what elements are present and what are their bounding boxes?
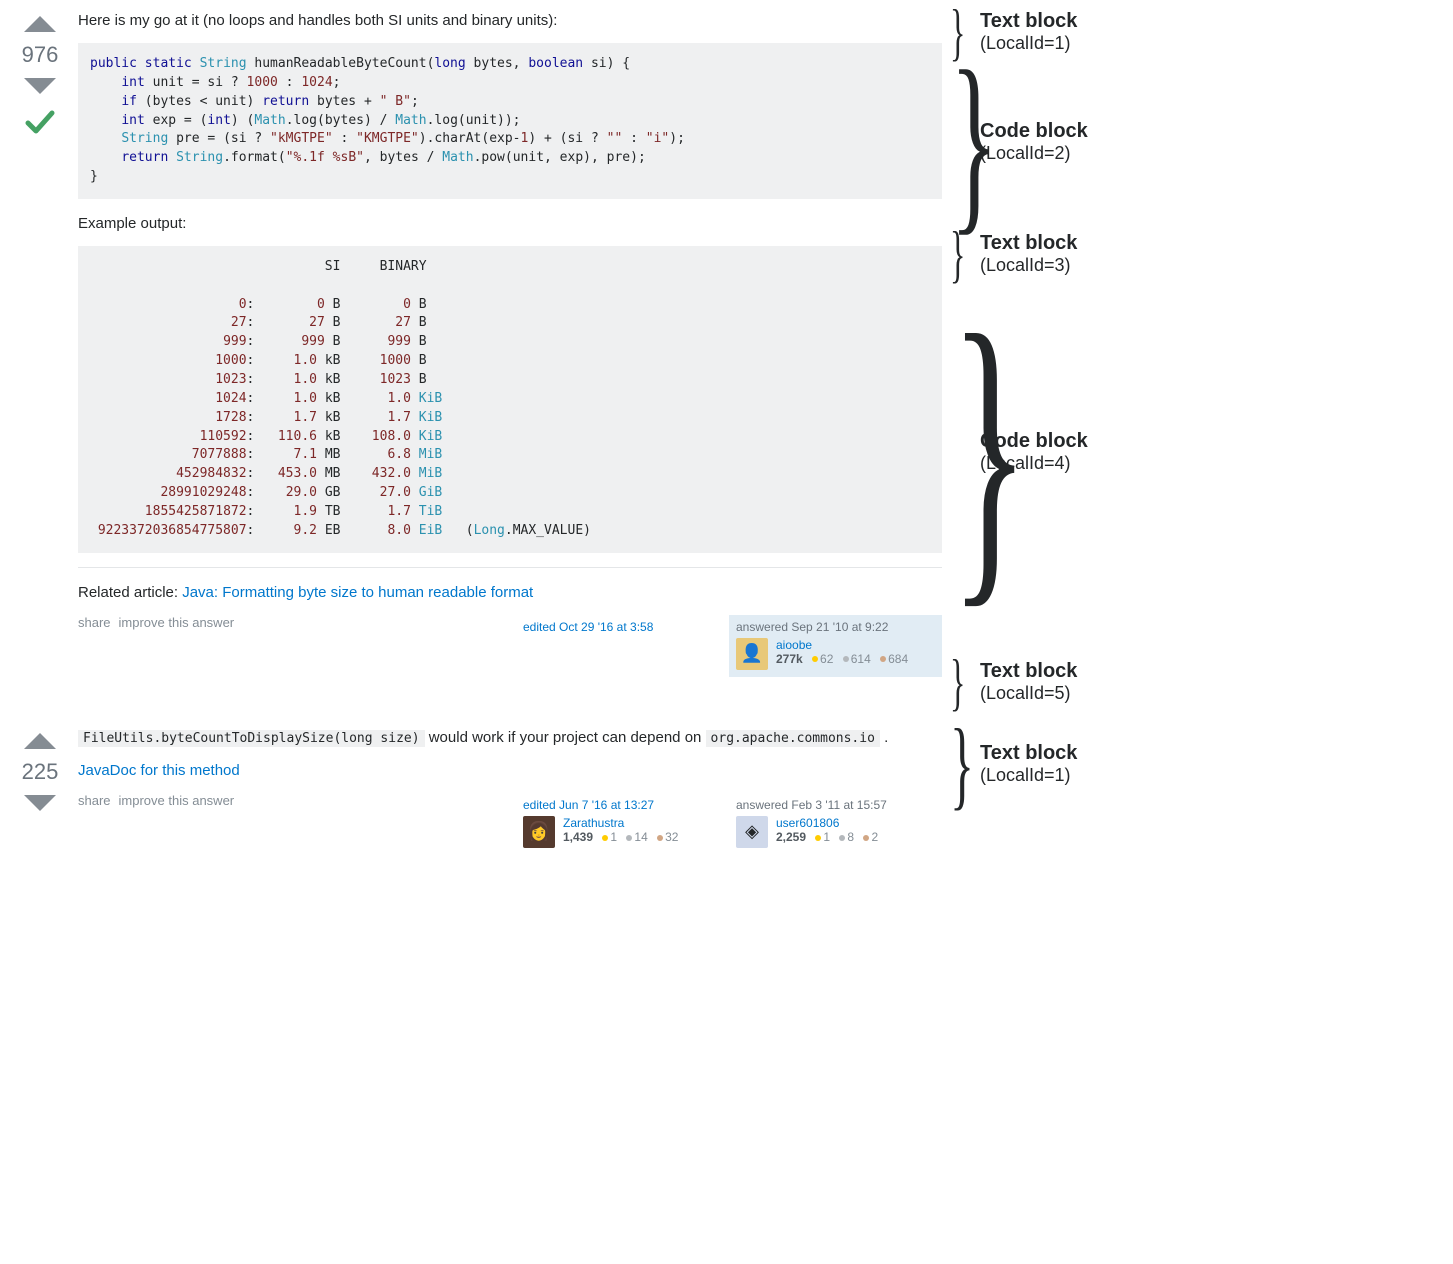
bronze-badge-icon <box>880 656 886 662</box>
annotation-2: } Code block(LocalId=2) <box>950 120 1088 164</box>
editor-rep: 1,439 <box>563 830 593 844</box>
avatar[interactable]: 👩 <box>523 816 555 848</box>
answered-time: answered Sep 21 '10 at 9:22 <box>736 620 936 634</box>
avatar[interactable]: ◈ <box>736 816 768 848</box>
answer-text: FileUtils.byteCountToDisplaySize(long si… <box>78 727 942 748</box>
author-rep: 277k <box>776 652 803 666</box>
inline-code: FileUtils.byteCountToDisplaySize(long si… <box>78 730 425 747</box>
bronze-badge-icon <box>657 835 663 841</box>
gold-count: 62 <box>820 652 833 666</box>
bronze-badge-icon <box>863 835 869 841</box>
editor-name[interactable]: Zarathustra <box>563 816 678 830</box>
related-article: Related article: Java: Formatting byte s… <box>78 582 942 603</box>
answered-time: answered Feb 3 '11 at 15:57 <box>736 798 936 812</box>
code-block-2: SI BINARY 0: 0 B 0 B 27: 27 B 27 B 999: … <box>78 246 942 553</box>
vote-cell: 225 <box>10 727 70 875</box>
avatar[interactable]: 👤 <box>736 638 768 670</box>
share-link[interactable]: share <box>78 615 111 630</box>
edited-time[interactable]: edited Oct 29 '16 at 3:58 <box>523 620 723 634</box>
annotation-6: } Text block(LocalId=1) <box>950 742 1077 786</box>
post-menu: share improve this answer <box>78 793 516 808</box>
editor-card: edited Oct 29 '16 at 3:58 <box>516 615 729 677</box>
downvote-button[interactable] <box>24 795 56 811</box>
annotation-5: } Text block(LocalId=5) <box>950 660 1077 704</box>
gold-badge-icon <box>602 835 608 841</box>
author-card: answered Feb 3 '11 at 15:57 ◈ user601806… <box>729 793 942 855</box>
intro-text: Here is my go at it (no loops and handle… <box>78 10 942 31</box>
improve-link[interactable]: improve this answer <box>119 793 235 808</box>
answer-body: Here is my go at it (no loops and handle… <box>70 10 950 697</box>
silver-badge-icon <box>843 656 849 662</box>
separator <box>78 567 942 568</box>
silver-badge-icon <box>626 835 632 841</box>
editor-card: edited Jun 7 '16 at 13:27 👩 Zarathustra … <box>516 793 729 855</box>
silver-count: 614 <box>851 652 871 666</box>
upvote-button[interactable] <box>24 733 56 749</box>
improve-link[interactable]: improve this answer <box>119 615 235 630</box>
downvote-button[interactable] <box>24 78 56 94</box>
vote-cell: 976 <box>10 10 70 697</box>
annotation-4: } Code block(LocalId=4) <box>950 430 1088 474</box>
bronze-count: 684 <box>888 652 908 666</box>
answer-body: FileUtils.byteCountToDisplaySize(long si… <box>70 727 950 875</box>
accepted-check-icon <box>10 104 70 140</box>
share-link[interactable]: share <box>78 793 111 808</box>
gold-badge-icon <box>815 835 821 841</box>
vote-count: 225 <box>10 751 70 793</box>
gold-badge-icon <box>812 656 818 662</box>
related-prefix: Related article: <box>78 584 182 601</box>
author-name[interactable]: aioobe <box>776 638 908 652</box>
upvote-button[interactable] <box>24 16 56 32</box>
author-card: answered Sep 21 '10 at 9:22 👤 aioobe 277… <box>729 615 942 677</box>
post-menu: share improve this answer <box>78 615 516 630</box>
code-block-1: public static String humanReadableByteCo… <box>78 43 942 199</box>
related-link[interactable]: Java: Formatting byte size to human read… <box>182 584 533 601</box>
example-output-label: Example output: <box>78 213 942 234</box>
javadoc-link[interactable]: JavaDoc for this method <box>78 762 240 779</box>
author-rep: 2,259 <box>776 830 806 844</box>
silver-badge-icon <box>839 835 845 841</box>
vote-count: 976 <box>10 34 70 76</box>
edited-time[interactable]: edited Jun 7 '16 at 13:27 <box>523 798 723 812</box>
author-name[interactable]: user601806 <box>776 816 878 830</box>
inline-code: org.apache.commons.io <box>706 730 880 747</box>
